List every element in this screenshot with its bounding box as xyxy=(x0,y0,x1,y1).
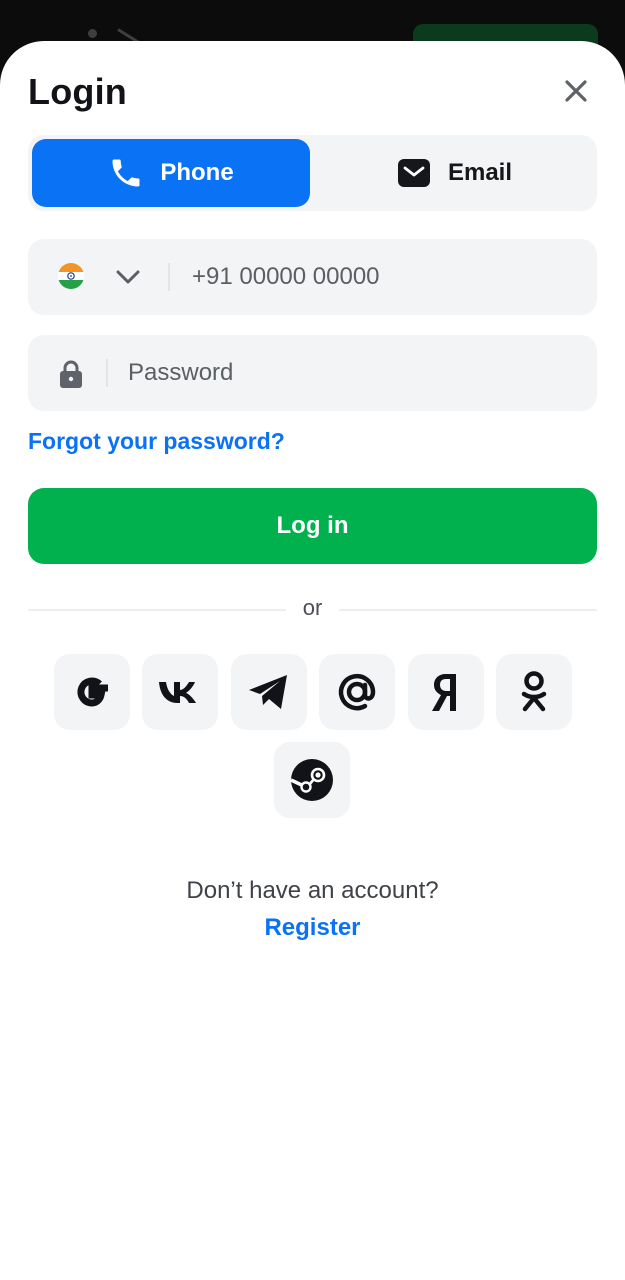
close-button[interactable] xyxy=(558,73,594,109)
google-icon xyxy=(77,677,108,707)
separator-line-left xyxy=(28,609,286,611)
mail-icon xyxy=(396,155,432,191)
login-sheet: Login Phone Email +91 00000 00000 Forgot… xyxy=(0,41,625,1280)
mail-ru-login-button[interactable] xyxy=(319,654,395,730)
dialog-title: Login xyxy=(28,71,127,112)
tab-phone[interactable]: Phone xyxy=(32,139,310,207)
tab-email[interactable]: Email xyxy=(315,139,593,207)
india-flag-icon[interactable] xyxy=(58,263,84,289)
vk-icon xyxy=(159,682,196,703)
yandex-icon xyxy=(432,674,456,711)
phone-icon xyxy=(108,155,144,191)
no-account-text: Don’t have an account? xyxy=(186,877,439,904)
login-method-tabs: Phone Email xyxy=(28,135,597,211)
separator-text: or xyxy=(302,595,323,620)
chevron-down-icon[interactable] xyxy=(114,265,142,289)
phone-input[interactable] xyxy=(192,239,572,315)
google-login-button[interactable] xyxy=(54,654,130,730)
close-icon xyxy=(565,80,587,102)
password-field xyxy=(28,335,597,411)
separator-line-right xyxy=(339,609,597,611)
background-dot xyxy=(88,29,97,38)
lock-icon xyxy=(58,359,84,389)
forgot-password-link[interactable]: Forgot your password? xyxy=(28,428,285,455)
odnoklassniki-login-button[interactable] xyxy=(496,654,572,730)
steam-login-button[interactable] xyxy=(274,742,350,818)
at-sign-icon xyxy=(338,673,376,711)
tab-email-label: Email xyxy=(447,159,513,186)
phone-field xyxy=(28,239,597,315)
field-divider xyxy=(168,263,170,291)
ok-icon xyxy=(521,671,547,712)
register-link[interactable]: Register xyxy=(0,914,625,942)
password-input[interactable] xyxy=(128,335,568,411)
field-divider xyxy=(106,359,108,387)
vk-login-button[interactable] xyxy=(142,654,218,730)
steam-icon xyxy=(290,759,333,801)
tab-phone-label: Phone xyxy=(160,159,234,186)
telegram-login-button[interactable] xyxy=(231,654,307,730)
telegram-icon xyxy=(249,675,287,709)
yandex-login-button[interactable] xyxy=(408,654,484,730)
login-button[interactable]: Log in xyxy=(28,488,597,564)
